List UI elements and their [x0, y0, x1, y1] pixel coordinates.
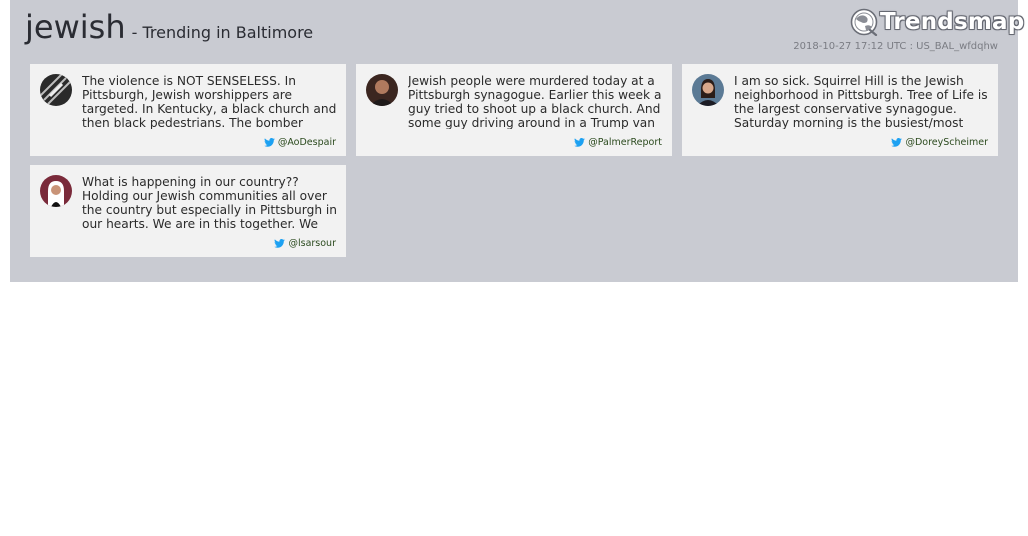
twitter-bird-icon: [891, 138, 903, 147]
avatar[interactable]: [366, 74, 398, 106]
timestamp: 2018-10-27 17:12 UTC : US_BAL_wfdqhw: [793, 41, 998, 52]
twitter-bird-icon: [263, 138, 275, 147]
avatar[interactable]: [40, 74, 72, 106]
twitter-bird-icon: [274, 239, 286, 248]
tweet-text: What is happening in our country?? Holdi…: [82, 175, 338, 230]
handle-label: @AoDespair: [277, 137, 336, 148]
handle-label: @DoreyScheimer: [905, 137, 988, 148]
trend-location: - Trending in Baltimore: [131, 23, 314, 42]
tweet-handle[interactable]: @AoDespair: [263, 137, 336, 148]
handle-label: @PalmerReport: [588, 137, 662, 148]
avatar[interactable]: [40, 175, 72, 207]
trend-keyword[interactable]: jewish: [25, 8, 126, 46]
tweet-card[interactable]: Jewish people were murdered today at a P…: [356, 64, 672, 156]
avatar[interactable]: [692, 74, 724, 106]
logo-text: Trendsmap: [880, 9, 1025, 35]
tweet-card[interactable]: What is happening in our country?? Holdi…: [30, 165, 346, 257]
tweet-handle[interactable]: @lsarsour: [274, 238, 336, 249]
tweet-card[interactable]: I am so sick. Squirrel Hill is the Jewis…: [682, 64, 998, 156]
tweet-handle[interactable]: @DoreyScheimer: [891, 137, 988, 148]
tweet-card[interactable]: The violence is NOT SENSELESS. In Pittsb…: [30, 64, 346, 156]
tweet-text: The violence is NOT SENSELESS. In Pittsb…: [82, 74, 337, 129]
tweet-text: Jewish people were murdered today at a P…: [408, 74, 662, 129]
handle-label: @lsarsour: [288, 238, 336, 249]
tweet-text: I am so sick. Squirrel Hill is the Jewis…: [734, 74, 988, 129]
globe-icon: [850, 8, 878, 36]
trendsmap-logo[interactable]: Trendsmap: [850, 6, 1024, 38]
twitter-bird-icon: [574, 138, 586, 147]
tweet-handle[interactable]: @PalmerReport: [574, 137, 662, 148]
page-title: jewish - Trending in Baltimore: [25, 8, 313, 46]
